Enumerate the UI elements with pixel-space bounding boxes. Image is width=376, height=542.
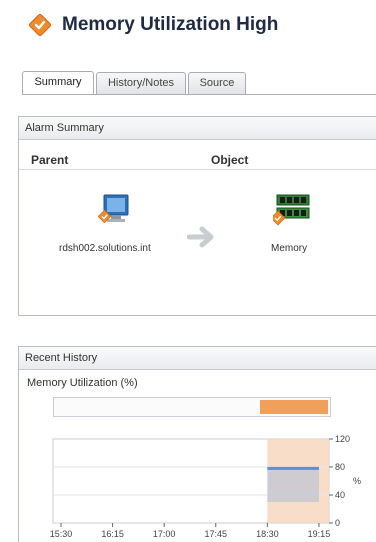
- y-tick-label: 0: [335, 518, 340, 528]
- object-column-header: Object: [211, 153, 249, 167]
- series-band: [267, 468, 319, 502]
- memory-utilization-chart[interactable]: 120 80 40 0% 15:30 16:15 17:00 17:45 18:30 19:15: [19, 431, 376, 542]
- alarm-summary-header: Alarm Summary: [19, 117, 376, 140]
- x-tick-label: 16:15: [101, 529, 124, 539]
- alarm-header: Memory Utilization High: [0, 0, 376, 56]
- alarm-warning-icon: [29, 14, 51, 36]
- memory-icon[interactable]: [273, 191, 313, 227]
- tab-divider: [22, 94, 376, 95]
- x-tick-label: 18:30: [256, 529, 279, 539]
- x-tick-label: 17:00: [153, 529, 176, 539]
- recent-history-panel: Recent History Memory Utilization (%) 12…: [18, 346, 376, 542]
- tab-history-notes[interactable]: History/Notes: [96, 72, 186, 94]
- tab-summary[interactable]: Summary: [22, 71, 94, 95]
- y-tick-label: 80: [335, 462, 345, 472]
- alarm-duration-bar: [260, 400, 328, 414]
- parent-name[interactable]: rdsh002.solutions.int: [59, 243, 151, 254]
- x-tick-label: 19:15: [308, 529, 331, 539]
- page-title: Memory Utilization High: [62, 14, 279, 35]
- x-tick-label: 17:45: [205, 529, 228, 539]
- alarm-summary-panel: Alarm Summary Parent Object rdsh002.solu…: [18, 116, 376, 316]
- computer-icon[interactable]: [97, 193, 131, 227]
- y-tick-label: 120: [335, 434, 350, 444]
- chart-title: Memory Utilization (%): [27, 377, 138, 389]
- y-axis-unit: %: [353, 476, 361, 486]
- recent-history-header: Recent History: [19, 347, 376, 370]
- x-tick-label: 15:30: [50, 529, 73, 539]
- y-tick-label: 40: [335, 490, 345, 500]
- timeline-overview[interactable]: [53, 397, 331, 417]
- right-arrow-icon: [187, 226, 214, 248]
- tab-source[interactable]: Source: [188, 72, 246, 94]
- object-name[interactable]: Memory: [271, 243, 307, 254]
- column-header-divider: [19, 169, 376, 170]
- parent-column-header: Parent: [31, 153, 69, 167]
